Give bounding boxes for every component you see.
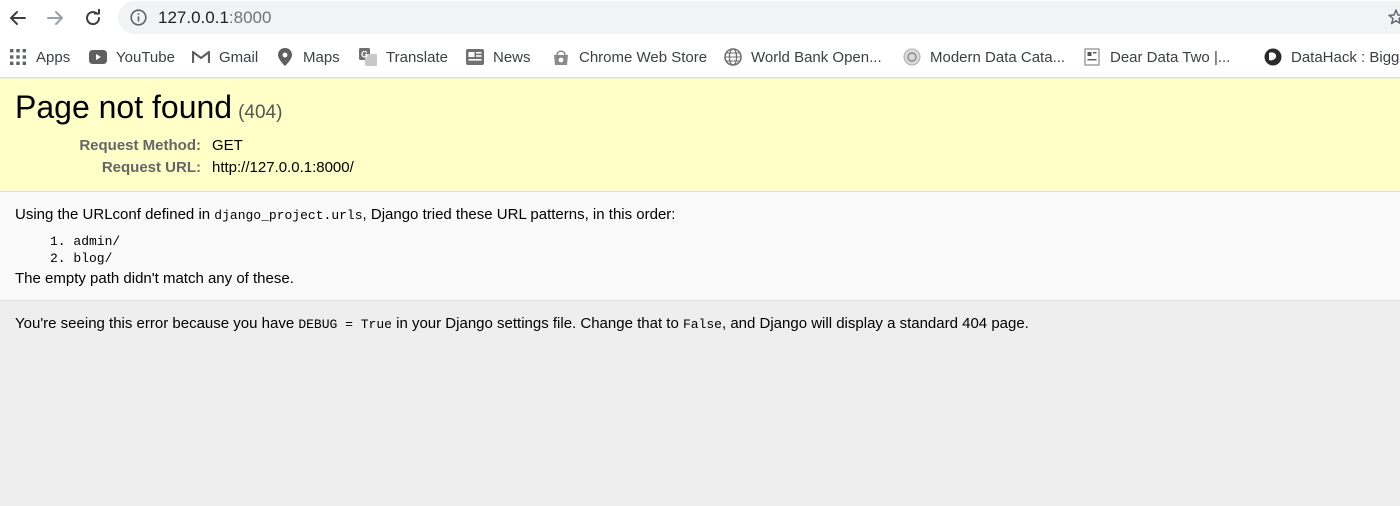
site-favicon-icon bbox=[1083, 48, 1101, 66]
bookmark-label: Modern Data Cata... bbox=[930, 48, 1066, 66]
false-value-code: False bbox=[682, 317, 722, 332]
news-icon bbox=[466, 48, 484, 66]
request-method-label: Request Method: bbox=[79, 137, 201, 154]
bookmark-gmail[interactable]: Gmail bbox=[192, 46, 258, 68]
back-arrow-icon bbox=[10, 11, 26, 25]
bookmark-label: News bbox=[493, 48, 531, 66]
globe-icon bbox=[724, 48, 742, 66]
page-content: Page not found (404) Request Method: GET … bbox=[0, 79, 1400, 506]
bookmark-label: Apps bbox=[36, 48, 71, 66]
bookmark-label: Translate bbox=[386, 48, 448, 66]
bookmark-chrome-web-store[interactable]: Chrome Web Store bbox=[552, 46, 707, 68]
bookmark-translate[interactable]: G Translate bbox=[359, 46, 448, 68]
bookmark-label: YouTube bbox=[116, 48, 175, 66]
browser-toolbar: 127.0.0.1:8000 bbox=[0, 0, 1400, 36]
request-url-label: Request URL: bbox=[101, 159, 201, 176]
url-text[interactable]: 127.0.0.1:8000 bbox=[158, 8, 271, 28]
urlconf-intro-after: , Django tried these URL patterns, in th… bbox=[362, 206, 676, 223]
no-match-message: The empty path didn't match any of these… bbox=[15, 270, 294, 287]
request-method-row: Request Method: GET bbox=[15, 137, 615, 159]
urlconf-info: Using the URLconf defined in django_proj… bbox=[0, 192, 1400, 301]
bookmark-datahack[interactable]: DataHack : Bigge bbox=[1264, 46, 1400, 68]
apps-grid-icon bbox=[9, 48, 27, 66]
url-host: 127.0.0.1 bbox=[158, 8, 229, 27]
info-icon[interactable] bbox=[130, 9, 147, 26]
debug-setting-code: DEBUG = True bbox=[298, 317, 392, 332]
status-code: (404) bbox=[238, 102, 283, 123]
debug-explanation: You're seeing this error because you hav… bbox=[0, 301, 1400, 505]
bookmark-label: Gmail bbox=[219, 48, 259, 66]
bookmark-star-icon[interactable] bbox=[1388, 9, 1400, 25]
gmail-icon bbox=[192, 48, 210, 66]
forward-arrow-icon bbox=[47, 11, 63, 25]
urlconf-intro-before: Using the URLconf defined in bbox=[15, 206, 215, 223]
explanation-part1: You're seeing this error because you hav… bbox=[15, 315, 299, 332]
debug-explanation-text: You're seeing this error because you hav… bbox=[15, 315, 1029, 332]
urlconf-module: django_project.urls bbox=[214, 208, 363, 223]
back-button[interactable] bbox=[4, 4, 32, 32]
reload-button[interactable] bbox=[79, 4, 107, 32]
address-bar[interactable]: 127.0.0.1:8000 bbox=[118, 1, 1400, 34]
url-port: :8000 bbox=[228, 8, 272, 27]
youtube-icon bbox=[89, 48, 107, 66]
explanation-part3: , and Django will display a standard 404… bbox=[721, 315, 1029, 332]
bookmark-label: Maps bbox=[303, 48, 340, 66]
url-pattern-item: 2. blog/ bbox=[50, 251, 113, 266]
datahack-icon bbox=[1264, 48, 1282, 66]
error-summary: Page not found (404) Request Method: GET … bbox=[0, 79, 1400, 192]
explanation-part2: in your Django settings file. Change tha… bbox=[391, 315, 683, 332]
bookmark-label: DataHack : Bigge bbox=[1291, 48, 1400, 66]
bookmarks-bar: Apps YouTube Gmail Maps G Translate News… bbox=[0, 36, 1400, 78]
bookmark-maps[interactable]: Maps bbox=[276, 46, 340, 68]
urlconf-intro: Using the URLconf defined in django_proj… bbox=[15, 206, 675, 223]
maps-pin-icon bbox=[276, 48, 294, 66]
url-pattern-item: 1. admin/ bbox=[50, 234, 121, 249]
bookmark-youtube[interactable]: YouTube bbox=[89, 46, 175, 68]
bookmark-label: World Bank Open... bbox=[751, 48, 882, 66]
request-url-value: http://127.0.0.1:8000/ bbox=[212, 159, 354, 176]
request-method-value: GET bbox=[212, 137, 243, 154]
forward-button[interactable] bbox=[41, 4, 69, 32]
bookmark-dear-data[interactable]: Dear Data Two |... bbox=[1083, 46, 1230, 68]
page-title-text: Page not found bbox=[15, 89, 233, 125]
url-patterns-list: 1. admin/ 2. blog/ bbox=[50, 233, 120, 267]
bookmark-modern-data[interactable]: Modern Data Cata... bbox=[903, 46, 1065, 68]
bookmark-label: Chrome Web Store bbox=[579, 48, 708, 66]
page-title: Page not found (404) bbox=[15, 89, 282, 126]
site-favicon-icon bbox=[903, 48, 921, 66]
request-meta-table: Request Method: GET Request URL: http://… bbox=[15, 137, 615, 181]
svg-text:G: G bbox=[361, 50, 368, 60]
request-url-row: Request URL: http://127.0.0.1:8000/ bbox=[15, 159, 615, 181]
reload-icon bbox=[86, 9, 101, 26]
bookmark-label: Dear Data Two |... bbox=[1110, 48, 1231, 66]
chrome-web-store-icon bbox=[552, 48, 570, 66]
bookmark-apps[interactable]: Apps bbox=[9, 46, 70, 68]
bookmark-world-bank[interactable]: World Bank Open... bbox=[724, 46, 882, 68]
bookmark-news[interactable]: News bbox=[466, 46, 531, 68]
translate-icon: G bbox=[359, 48, 377, 66]
